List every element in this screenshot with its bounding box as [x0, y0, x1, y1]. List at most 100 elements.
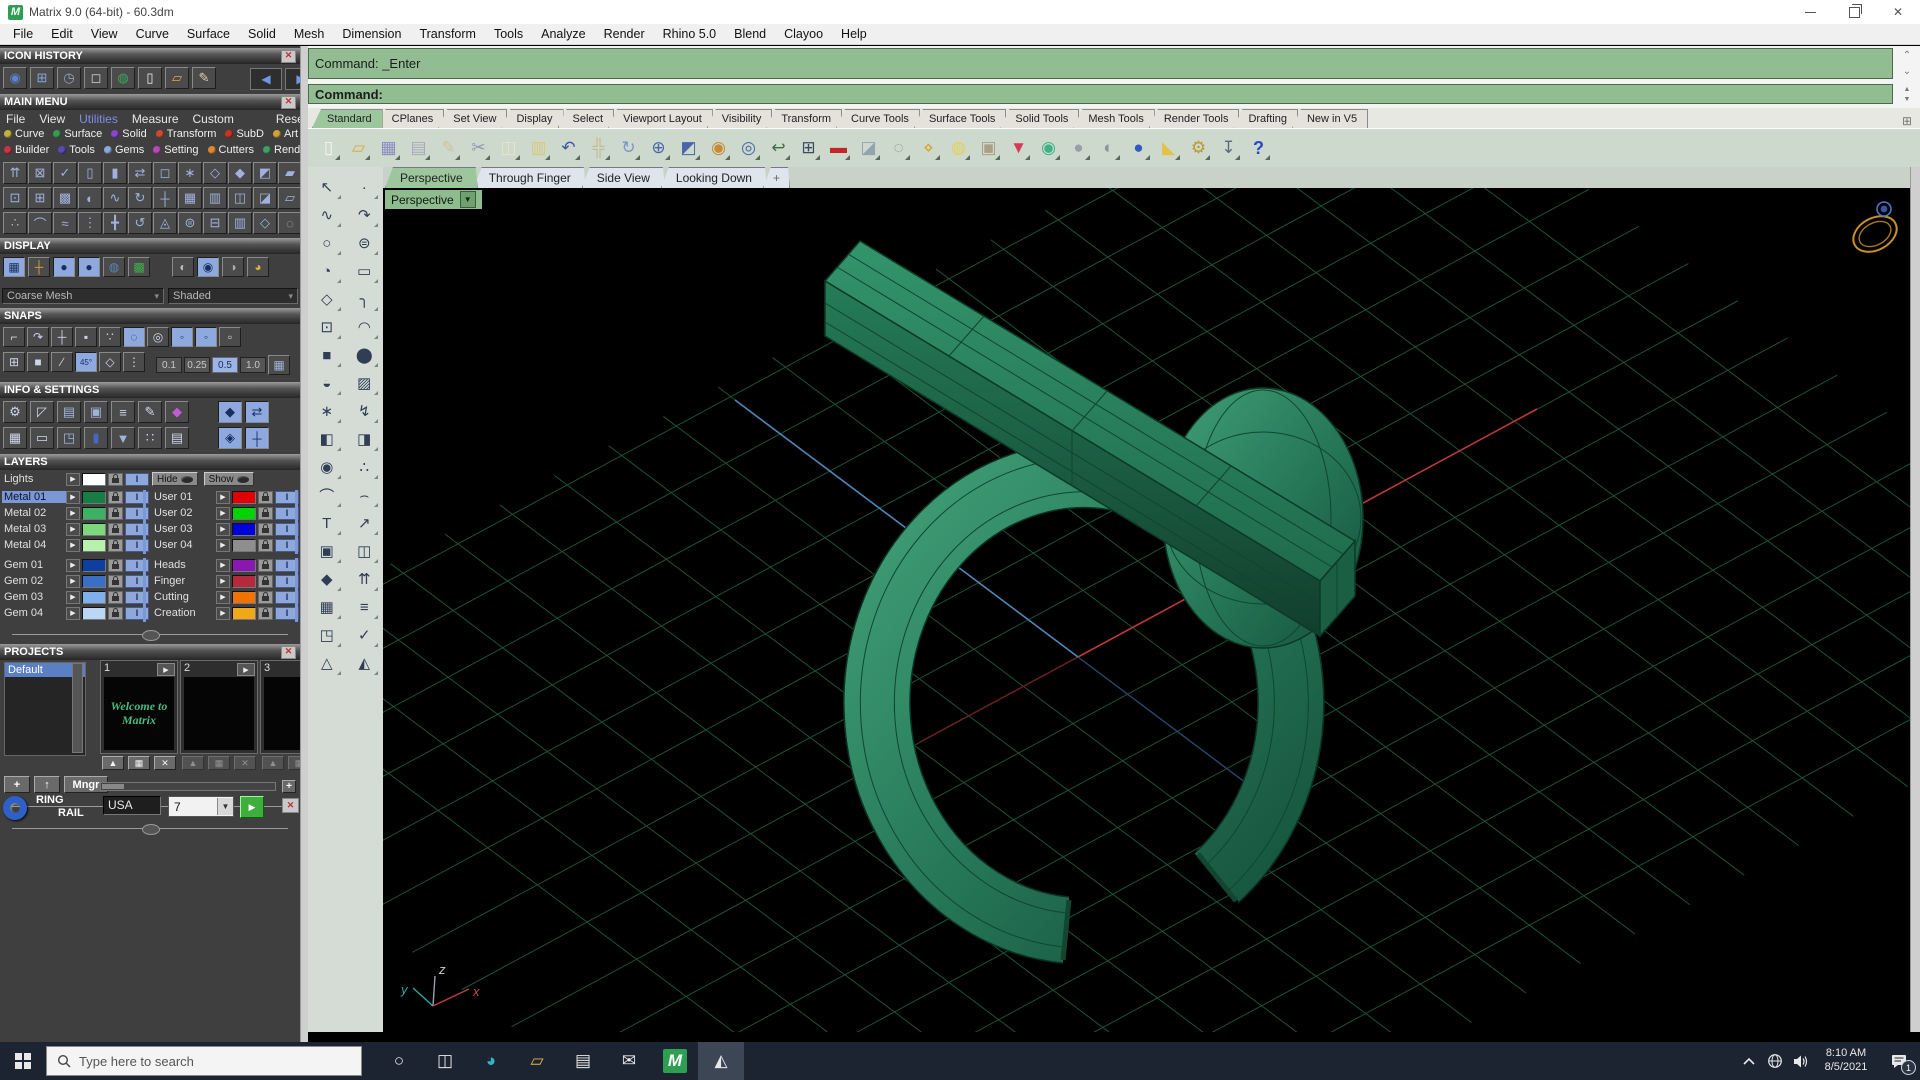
ribbon-tab-set-view[interactable]: Set View — [438, 109, 508, 128]
category-cutters[interactable]: Cutters — [207, 144, 254, 156]
mm-tool-r2c10-icon[interactable]: ◫ — [228, 187, 252, 209]
slot-menu-icon[interactable]: ▶ — [157, 663, 175, 676]
ribbon-tab-mesh-tools[interactable]: Mesh Tools — [1073, 109, 1155, 128]
text-icon[interactable]: T — [310, 509, 344, 537]
undo-view-icon[interactable]: ↩ — [766, 135, 791, 161]
sphere-purple-icon[interactable]: ● — [78, 257, 100, 277]
layer-name[interactable]: Gem 04 — [2, 607, 66, 619]
layer-name[interactable]: Gem 02 — [2, 575, 66, 587]
layer-name[interactable]: User 04 — [152, 539, 216, 551]
command-scrollbar[interactable]: ⌃ ⌄ — [1896, 48, 1918, 79]
dimension-tool-icon[interactable]: ↧ — [1216, 135, 1241, 161]
split-icon[interactable]: ◨ — [347, 425, 381, 453]
array-icon[interactable]: ▦ — [310, 593, 344, 621]
shade-mode-dropdown[interactable]: Shaded ▾ — [168, 288, 298, 304]
layer-name[interactable]: User 01 — [152, 491, 216, 503]
zoom-selected-icon[interactable]: ◉ — [706, 135, 731, 161]
rectangle-icon[interactable]: ▭ — [347, 257, 381, 285]
layer-visibility-toggle[interactable]: I — [125, 472, 149, 486]
mail-taskbar-icon[interactable]: ✉ — [606, 1042, 652, 1080]
grid-panel-icon[interactable]: ▦ — [3, 427, 27, 449]
hide-button[interactable]: Hide — [152, 472, 198, 486]
layer-name[interactable]: Metal 03 — [2, 523, 66, 535]
ring-rail-run-button[interactable]: ▶ — [240, 796, 264, 818]
check-icon[interactable]: ✓ — [347, 621, 381, 649]
lock-icon[interactable]: ▣ — [976, 135, 1001, 161]
move-axes-icon[interactable]: ┼ — [245, 427, 269, 449]
layer-lock-icon[interactable] — [258, 590, 273, 604]
menu-surface[interactable]: Surface — [178, 25, 239, 43]
layer-lock-icon[interactable] — [258, 522, 273, 536]
mm-tool-r3c11-icon[interactable]: ◇ — [253, 212, 277, 234]
show-button[interactable]: Show — [203, 472, 254, 486]
zoom-lens-icon[interactable]: ◎ — [736, 135, 761, 161]
close-icon[interactable]: ✕ — [281, 645, 296, 659]
menu-file[interactable]: File — [4, 25, 42, 43]
mm-tool-r3c10-icon[interactable]: ▥ — [228, 212, 252, 234]
menu-blend[interactable]: Blend — [725, 25, 775, 43]
undo-icon[interactable]: ↶ — [556, 135, 581, 161]
slider-knob-icon[interactable] — [142, 824, 160, 835]
viewport-add-tab[interactable]: + — [763, 167, 790, 188]
ribbon-tab-transform[interactable]: Transform — [766, 109, 843, 128]
mm-tool-r2c9-icon[interactable]: ▥ — [203, 187, 227, 209]
viewport-tab-perspective[interactable]: Perspective — [385, 167, 478, 188]
wrench-icon[interactable]: ◸ — [30, 401, 54, 423]
spray-icon[interactable]: ◭ — [347, 649, 381, 677]
layer-expand-icon[interactable]: ▶ — [66, 538, 80, 552]
ribbon-tab-standard[interactable]: Standard — [312, 109, 383, 128]
layer-lock-icon[interactable] — [258, 574, 273, 588]
network-icon[interactable] — [1762, 1042, 1788, 1080]
mm-tool-r2c5-icon[interactable]: ∿ — [103, 187, 127, 209]
extrude-icon[interactable]: ⇈ — [347, 565, 381, 593]
mm-tool-r1c3-icon[interactable]: ✓ — [53, 162, 77, 184]
edge-taskbar-icon[interactable]: ◕ — [468, 1042, 514, 1080]
earth-icon[interactable]: ◍ — [103, 257, 125, 277]
scroll-down-icon[interactable]: ⌄ — [1903, 66, 1911, 77]
wire-cube-icon[interactable]: ◳ — [57, 427, 81, 449]
surface-icon[interactable]: ▨ — [347, 369, 381, 397]
layer-color-swatch[interactable] — [82, 506, 106, 520]
options-gears-icon[interactable]: ⚙ — [3, 401, 27, 423]
projects-scroll-knob[interactable] — [102, 784, 124, 789]
grid-options-icon[interactable]: ▦ — [268, 355, 290, 375]
mm-tool-r2c12-icon[interactable]: ▱ — [278, 187, 300, 209]
layer-lock-icon[interactable] — [258, 606, 273, 620]
layer-color-swatch[interactable] — [232, 606, 256, 620]
layer-color-swatch[interactable] — [82, 522, 106, 536]
category-surface[interactable]: Surface — [53, 128, 102, 140]
ring-size-dropdown[interactable]: 7 ▼ — [168, 796, 234, 817]
mm-tool-r1c8-icon[interactable]: ∗ — [178, 162, 202, 184]
layer-lock-icon[interactable] — [108, 558, 123, 572]
snap-point-icon[interactable]: ┼ — [51, 327, 73, 347]
snap-quad-icon[interactable]: ◦ — [195, 327, 217, 347]
cut-icon[interactable]: ✂ — [466, 135, 491, 161]
open-doc-icon[interactable]: ▱ — [165, 67, 189, 89]
zoom-window-icon[interactable]: ◩ — [676, 135, 701, 161]
menu-render[interactable]: Render — [595, 25, 654, 43]
layer-lock-icon[interactable] — [108, 538, 123, 552]
layer-color-swatch[interactable] — [232, 558, 256, 572]
options-gear-icon[interactable]: ⚙ — [1186, 135, 1211, 161]
mm-tool-r3c8-icon[interactable]: ⊜ — [178, 212, 202, 234]
mm-tool-r1c10-icon[interactable]: ◆ — [228, 162, 252, 184]
layer-expand-icon[interactable]: ▶ — [66, 574, 80, 588]
mesh-mode-dropdown[interactable]: Coarse Mesh ▾ — [2, 288, 164, 304]
layer-color-swatch[interactable] — [232, 490, 256, 504]
mm-tool-r3c5-icon[interactable]: ╋ — [103, 212, 127, 234]
history-forward-button[interactable]: ▶ — [285, 68, 300, 90]
taskbar-search-input[interactable]: Type here to search — [46, 1046, 362, 1076]
menu-help[interactable]: Help — [832, 25, 876, 43]
mm-tool-r1c4-icon[interactable]: ▯ — [78, 162, 102, 184]
slot-load-button[interactable]: ▲ — [182, 756, 204, 770]
category-render[interactable]: Render — [263, 144, 300, 156]
store-taskbar-icon[interactable]: ▤ — [560, 1042, 606, 1080]
increment-0.5[interactable]: 0.5 — [212, 357, 238, 373]
explode-icon[interactable]: ∗ — [310, 397, 344, 425]
snap-tan-icon[interactable]: ◦ — [171, 327, 193, 347]
category-transform[interactable]: Transform — [155, 128, 216, 140]
mm-tool-r1c7-icon[interactable]: ◻ — [153, 162, 177, 184]
layer-expand-icon[interactable]: ▶ — [216, 522, 230, 536]
layer-lock-icon[interactable] — [108, 606, 123, 620]
stack-icon[interactable]: ≡ — [347, 593, 381, 621]
